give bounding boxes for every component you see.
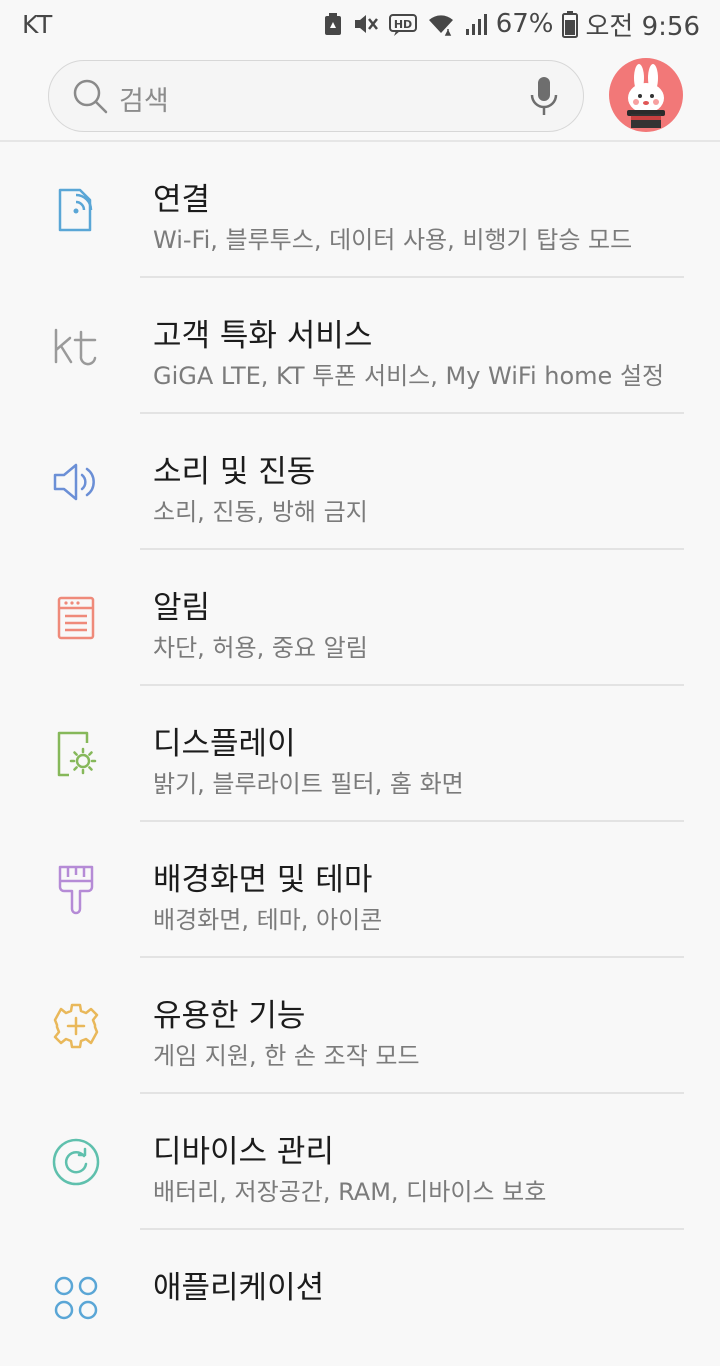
item-subtitle: GiGA LTE, KT 투폰 서비스, My WiFi home 설정 [153, 362, 665, 390]
item-title: 알림 [153, 590, 211, 626]
item-title: 고객 특화 서비스 [153, 318, 373, 354]
settings-item-wallpaper-themes[interactable]: 배경화면 및 테마 배경화면, 테마, 아이콘 [0, 822, 720, 958]
search-input[interactable]: 검색 [119, 79, 169, 118]
item-title: 애플리케이션 [153, 1270, 325, 1306]
connection-icon [48, 182, 104, 238]
mic-icon[interactable] [529, 75, 559, 121]
paintbrush-icon [48, 862, 104, 918]
hd-icon: HD [388, 11, 418, 37]
battery-percent: 67% [495, 9, 554, 39]
settings-item-sound[interactable]: 소리 및 진동 소리, 진동, 방해 금지 [0, 414, 720, 550]
item-subtitle: Wi-Fi, 블루투스, 데이터 사용, 비행기 탑승 모드 [153, 226, 633, 254]
item-subtitle: 밝기, 블루라이트 필터, 홈 화면 [153, 770, 464, 798]
wifi-icon [426, 11, 456, 37]
search-icon [71, 77, 109, 119]
item-title: 디스플레이 [153, 726, 296, 762]
avatar[interactable] [609, 58, 683, 132]
kt-icon [48, 318, 104, 374]
item-subtitle: 게임 지원, 한 손 조작 모드 [153, 1042, 420, 1070]
settings-item-applications[interactable]: 애플리케이션 [0, 1230, 720, 1366]
settings-item-notifications[interactable]: 알림 차단, 허용, 중요 알림 [0, 550, 720, 686]
item-subtitle: 배경화면, 테마, 아이콘 [153, 906, 383, 934]
settings-list: 연결 Wi-Fi, 블루투스, 데이터 사용, 비행기 탑승 모드 고객 특화 … [0, 142, 720, 1366]
svg-text:HD: HD [394, 18, 412, 31]
settings-item-device-care[interactable]: 디바이스 관리 배터리, 저장공간, RAM, 디바이스 보호 [0, 1094, 720, 1230]
settings-item-display[interactable]: 디스플레이 밝기, 블루라이트 필터, 홈 화면 [0, 686, 720, 822]
search-header: 검색 [0, 48, 720, 142]
item-subtitle: 차단, 허용, 중요 알림 [153, 634, 368, 662]
status-icons: HD 67% 오전 9:56 [322, 6, 700, 43]
signal-icon [464, 11, 488, 37]
notification-icon [48, 590, 104, 646]
item-subtitle: 소리, 진동, 방해 금지 [153, 498, 368, 526]
settings-item-kt-services[interactable]: 고객 특화 서비스 GiGA LTE, KT 투폰 서비스, My WiFi h… [0, 278, 720, 414]
search-bar[interactable]: 검색 [48, 60, 584, 132]
battery-icon [561, 10, 578, 38]
carrier-label: KT [22, 9, 53, 39]
item-title: 디바이스 관리 [153, 1134, 334, 1170]
item-subtitle: 배터리, 저장공간, RAM, 디바이스 보호 [153, 1178, 547, 1206]
mute-icon [352, 11, 380, 37]
item-title: 소리 및 진동 [153, 454, 316, 490]
gear-plus-icon [48, 998, 104, 1054]
recycle-icon [322, 11, 344, 37]
apps-icon [48, 1270, 104, 1326]
speaker-icon [48, 454, 104, 510]
clock: 오전 9:56 [585, 11, 701, 42]
item-title: 연결 [153, 182, 211, 218]
device-care-icon [48, 1134, 104, 1190]
item-title: 유용한 기능 [153, 998, 306, 1034]
item-title: 배경화면 및 테마 [153, 862, 373, 898]
display-icon [48, 726, 104, 782]
settings-item-connections[interactable]: 연결 Wi-Fi, 블루투스, 데이터 사용, 비행기 탑승 모드 [0, 142, 720, 278]
status-bar: KT HD 67% 오전 9:56 [0, 0, 720, 48]
settings-item-advanced-features[interactable]: 유용한 기능 게임 지원, 한 손 조작 모드 [0, 958, 720, 1094]
